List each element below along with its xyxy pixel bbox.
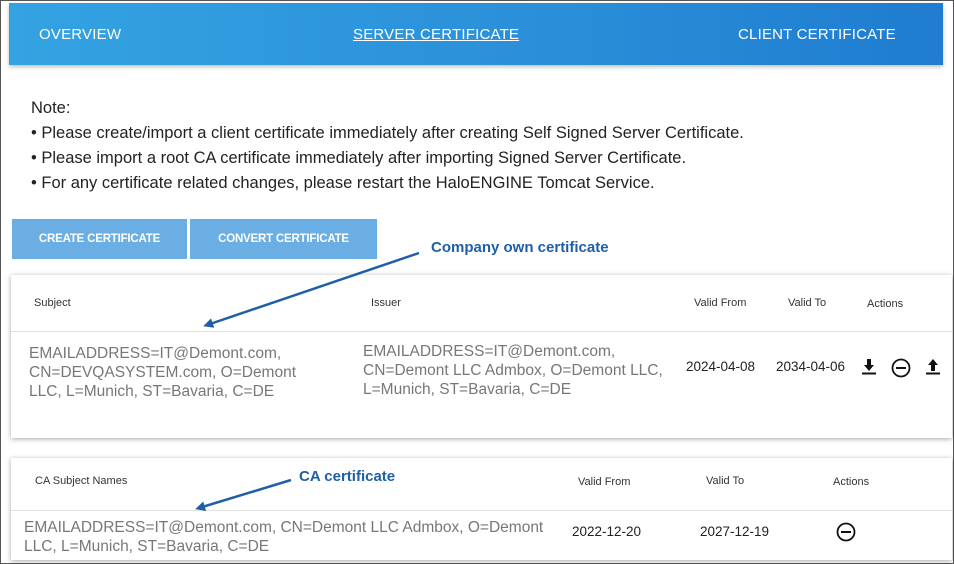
header-valid-to: Valid To — [788, 297, 827, 309]
header-valid-to: Valid To — [706, 475, 745, 487]
issuer-cell: EMAILADDRESS=IT@Demont.com, CN=Demont LL… — [363, 343, 663, 398]
remove-circle-icon[interactable] — [890, 357, 912, 379]
tab-overview[interactable]: OVERVIEW — [39, 26, 121, 43]
ca-certificate-table: CA Subject Names Valid From Valid To Act… — [11, 458, 952, 560]
header-divider — [11, 331, 952, 332]
note-heading: Note: — [31, 99, 71, 117]
header-valid-from: Valid From — [694, 297, 747, 309]
upload-icon[interactable] — [924, 357, 942, 377]
header-ca-subject-names: CA Subject Names — [35, 475, 128, 487]
valid-from-cell: 2022-12-20 — [572, 524, 642, 539]
annotation-ca-certificate: CA certificate — [299, 468, 396, 485]
note-line-3: • For any certificate related changes, p… — [31, 174, 655, 192]
header-actions: Actions — [867, 298, 904, 310]
remove-circle-icon[interactable] — [835, 521, 857, 543]
annotation-company-own-certificate: Company own certificate — [431, 239, 609, 256]
header-divider — [11, 510, 952, 511]
valid-from-cell: 2024-04-08 — [686, 359, 756, 374]
header-valid-from: Valid From — [578, 476, 631, 488]
note-line-2: • Please import a root CA certificate im… — [31, 149, 687, 167]
convert-certificate-button[interactable]: CONVERT CERTIFICATE — [190, 219, 377, 259]
valid-to-cell: 2027-12-19 — [700, 524, 770, 539]
top-nav-bar: OVERVIEW SERVER CERTIFICATE CLIENT CERTI… — [9, 3, 943, 65]
download-icon[interactable] — [860, 357, 878, 377]
header-actions: Actions — [833, 476, 870, 488]
header-subject: Subject — [34, 297, 71, 309]
valid-to-cell: 2034-04-06 — [776, 359, 846, 374]
create-certificate-button[interactable]: CREATE CERTIFICATE — [12, 219, 187, 259]
note-section: Note: • Please create/import a client ce… — [31, 96, 744, 196]
tab-server-certificate[interactable]: SERVER CERTIFICATE — [353, 26, 519, 43]
note-line-1: • Please create/import a client certific… — [31, 124, 744, 142]
header-issuer: Issuer — [371, 297, 401, 309]
subject-cell: EMAILADDRESS=IT@Demont.com, CN=DEVQASYST… — [29, 345, 297, 400]
ca-subject-cell: EMAILADDRESS=IT@Demont.com, CN=Demont LL… — [24, 519, 544, 555]
tab-client-certificate[interactable]: CLIENT CERTIFICATE — [738, 26, 896, 43]
server-certificate-table: Subject Issuer Valid From Valid To Actio… — [11, 275, 952, 438]
